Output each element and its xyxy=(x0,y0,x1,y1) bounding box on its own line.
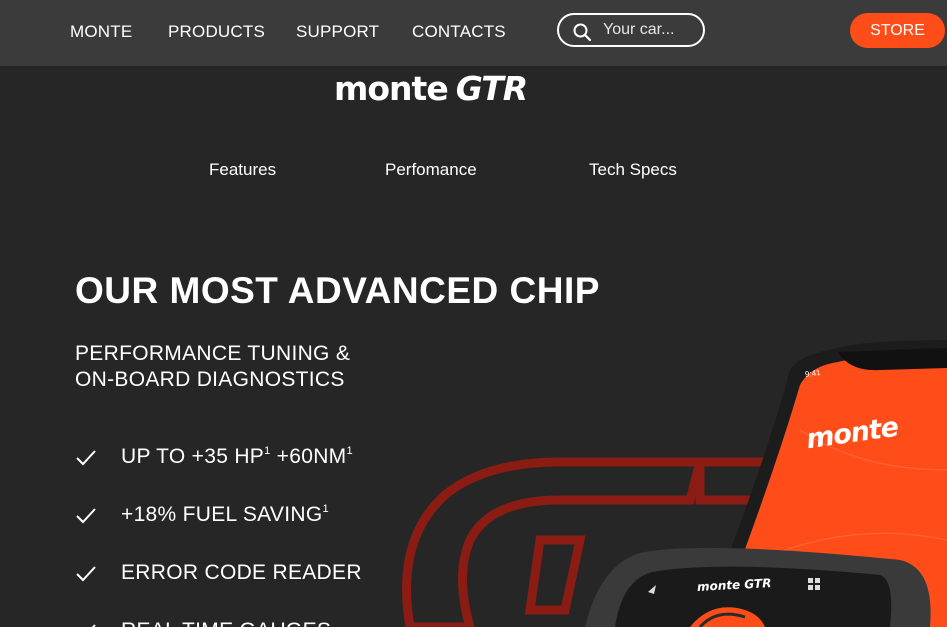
nav-monte[interactable]: MONTE xyxy=(70,22,132,42)
device-brand-logo: monte GTR xyxy=(696,576,772,594)
check-icon xyxy=(76,566,96,582)
subnav-features[interactable]: Features xyxy=(209,160,276,180)
hero-subline-2: ON-BOARD DIAGNOSTICS xyxy=(75,368,345,391)
nav-products[interactable]: PRODUCTS xyxy=(168,22,265,42)
hero-subline-1: PERFORMANCE TUNING & xyxy=(75,342,351,365)
search-box[interactable] xyxy=(557,13,705,47)
feature-text: REAL TIME GAUGES xyxy=(121,619,331,627)
hero-headline: OUR MOST ADVANCED CHIP xyxy=(75,270,600,311)
top-nav-bar: MONTE PRODUCTS SUPPORT CONTACTS STORE xyxy=(0,0,947,66)
logo-word-gtr: GTR xyxy=(455,69,528,108)
nav-contacts[interactable]: CONTACTS xyxy=(412,22,506,42)
search-icon xyxy=(573,23,591,41)
store-button[interactable]: STORE xyxy=(850,13,945,48)
check-icon xyxy=(91,624,96,627)
nav-support[interactable]: SUPPORT xyxy=(296,22,379,42)
check-icon xyxy=(76,508,96,524)
monte-gtr-logo: monte GTR xyxy=(334,69,528,108)
feature-text: +18% FUEL SAVING1 xyxy=(121,503,329,526)
feature-text: UP TO +35 HP1 +60NM1 xyxy=(121,445,353,468)
gtr-outline-graphic xyxy=(402,457,912,627)
feature-text: ERROR CODE READER xyxy=(121,561,362,584)
check-icon xyxy=(76,450,96,466)
subnav-performance[interactable]: Perfomance xyxy=(385,160,477,180)
search-input[interactable] xyxy=(603,20,697,40)
phone-brand-logo: monte xyxy=(804,411,900,456)
phone-time: 9:41 xyxy=(804,367,822,380)
logo-word-monte: monte xyxy=(334,69,449,108)
subnav-tech-specs[interactable]: Tech Specs xyxy=(589,160,677,180)
